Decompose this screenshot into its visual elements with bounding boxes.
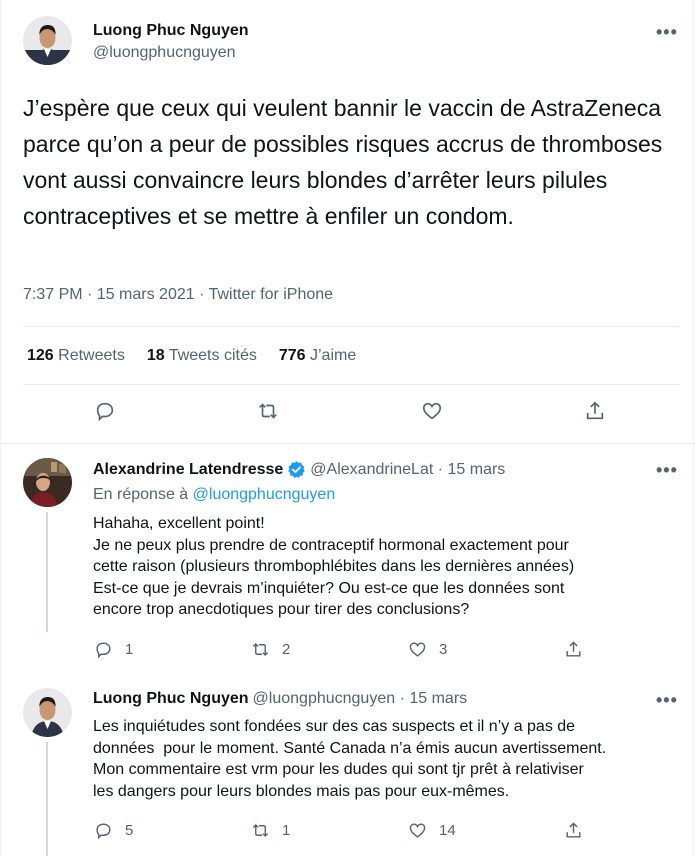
share-button[interactable] xyxy=(564,821,583,840)
like-button[interactable]: 3 xyxy=(408,640,447,659)
retweet-icon xyxy=(252,642,269,657)
author-name[interactable]: Luong Phuc Nguyen xyxy=(93,690,249,708)
text-line: les dangers pour leurs blondes mais pas … xyxy=(93,782,510,800)
retweets-stat[interactable]: 126 Retweets xyxy=(27,347,125,365)
reply-to: En réponse à @luongphucnguyen xyxy=(93,486,336,503)
like-button[interactable]: 14 xyxy=(408,821,456,840)
like-icon xyxy=(409,823,426,838)
text-line: Je ne peux plus prendre de contraceptif … xyxy=(93,536,569,554)
verified-icon xyxy=(288,461,306,479)
tweet-stats: 126 Retweets 18 Tweets cités 776 J’aime xyxy=(27,347,356,365)
reply-icon xyxy=(96,823,111,840)
text-line: Les inquiétudes sont fondées sur des cas… xyxy=(93,718,576,735)
divider xyxy=(23,326,679,327)
like-icon xyxy=(409,642,426,657)
author-handle-time[interactable]: @luongphucnguyen · 15 mars xyxy=(253,690,468,708)
like-count: 14 xyxy=(439,822,456,839)
author-name[interactable]: Luong Phuc Nguyen xyxy=(93,22,249,40)
retweet-button[interactable]: 2 xyxy=(251,640,290,659)
reply-button[interactable]: 5 xyxy=(94,821,133,840)
reply-text: Hahaha, excellent point! Je ne peux plus… xyxy=(93,513,663,621)
reply-text: Les inquiétudes sont fondées sur des cas… xyxy=(93,716,663,802)
text-line: Est-ce que je devrais m’inquiéter? Ou es… xyxy=(93,579,565,597)
tweet-text: J’espère que ceux qui veulent bannir le … xyxy=(23,95,663,229)
avatar[interactable] xyxy=(23,458,72,507)
share-button[interactable] xyxy=(564,640,583,659)
quote-tweets-stat[interactable]: 18 Tweets cités xyxy=(147,347,257,365)
more-icon[interactable]: ••• xyxy=(656,22,678,43)
text-line: Hahaha, excellent point! xyxy=(93,515,265,532)
author-name[interactable]: Alexandrine Latendresse xyxy=(93,461,283,479)
text-line: encore trop anecdotiques pour tirer des … xyxy=(93,601,470,618)
reply-header: Luong Phuc Nguyen @luongphucnguyen · 15 … xyxy=(93,690,467,708)
thread-line xyxy=(46,742,48,856)
like-icon[interactable] xyxy=(421,400,443,422)
reply-icon[interactable] xyxy=(94,400,116,422)
reply-to-handle[interactable]: @luongphucnguyen xyxy=(193,486,336,503)
reply-count: 5 xyxy=(125,822,134,839)
author-handle-time[interactable]: @AlexandrineLat · 15 mars xyxy=(310,461,505,479)
likes-stat[interactable]: 776 J’aime xyxy=(279,347,356,365)
avatar[interactable] xyxy=(23,688,72,737)
share-icon xyxy=(566,822,581,838)
avatar[interactable] xyxy=(23,16,72,65)
tweet-meta[interactable]: 7:37 PM · 15 mars 2021 · Twitter for iPh… xyxy=(23,286,333,304)
text-line: données pour le moment. Santé Canada n’a… xyxy=(93,739,607,757)
divider xyxy=(23,384,679,385)
like-count: 3 xyxy=(439,641,448,658)
tweet-thread: Luong Phuc Nguyen @luongphucnguyen ••• J… xyxy=(0,0,695,856)
thread-line xyxy=(46,512,48,632)
more-icon[interactable]: ••• xyxy=(656,690,678,711)
retweet-icon[interactable] xyxy=(257,400,279,422)
author-handle[interactable]: @luongphucnguyen xyxy=(93,44,236,62)
text-line: cette raison (plusieurs thrombophlébites… xyxy=(93,558,575,575)
retweet-icon xyxy=(252,823,269,838)
more-icon[interactable]: ••• xyxy=(656,460,678,481)
divider xyxy=(1,443,695,444)
text-line: Mon commentaire est vrm pour les dudes q… xyxy=(93,761,584,778)
retweet-count: 2 xyxy=(282,641,291,658)
reply-header: Alexandrine Latendresse @AlexandrineLat … xyxy=(93,460,505,479)
share-icon[interactable] xyxy=(584,400,606,422)
reply-count: 1 xyxy=(125,641,134,658)
share-icon xyxy=(566,641,581,657)
retweet-button[interactable]: 1 xyxy=(251,821,290,840)
retweet-count: 1 xyxy=(282,822,291,839)
reply-button[interactable]: 1 xyxy=(94,640,133,659)
reply-icon xyxy=(96,642,111,659)
